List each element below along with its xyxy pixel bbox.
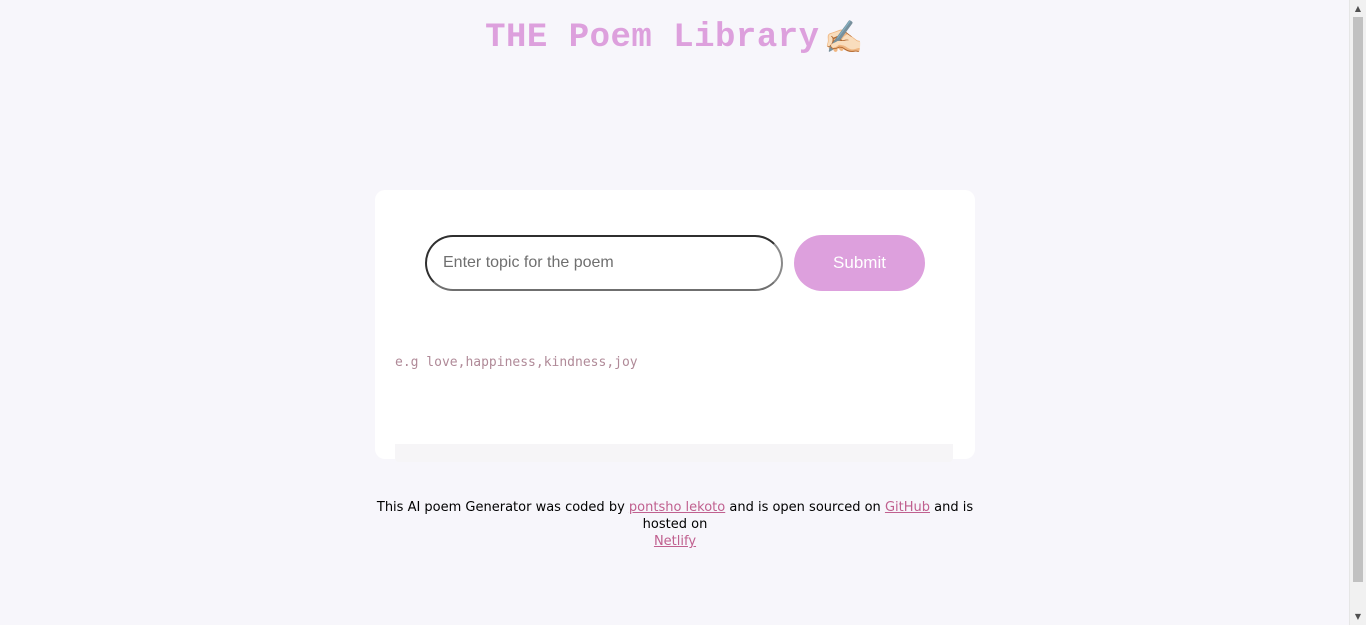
poem-output-area [395,444,953,462]
netlify-link[interactable]: Netlify [654,534,696,549]
scroll-up-arrow-icon[interactable]: ▲ [1350,0,1366,17]
page: THE Poem Library✍🏻 Submit e.g love,happi… [0,0,1349,625]
vertical-scrollbar[interactable]: ▲ ▼ [1349,0,1366,625]
footer: This AI poem Generator was coded by pont… [375,499,975,550]
author-link[interactable]: pontsho lekoto [629,500,725,515]
writing-hand-icon: ✍🏻 [823,18,864,56]
footer-text: and is open sourced on [725,500,885,515]
scroll-down-arrow-icon[interactable]: ▼ [1350,608,1366,625]
page-title: THE Poem Library ✍🏻 [0,18,1349,57]
submit-button[interactable]: Submit [794,235,925,291]
topic-hint: e.g love,happiness,kindness,joy [395,355,638,370]
page-title-text: THE Poem Library [485,19,820,57]
poem-generator-card: Submit e.g love,happiness,kindness,joy [375,190,975,462]
topic-input[interactable] [425,235,783,291]
footer-text: This AI poem Generator was coded by [376,500,629,515]
github-link[interactable]: GitHub [885,500,930,515]
scrollbar-thumb[interactable] [1353,17,1363,582]
